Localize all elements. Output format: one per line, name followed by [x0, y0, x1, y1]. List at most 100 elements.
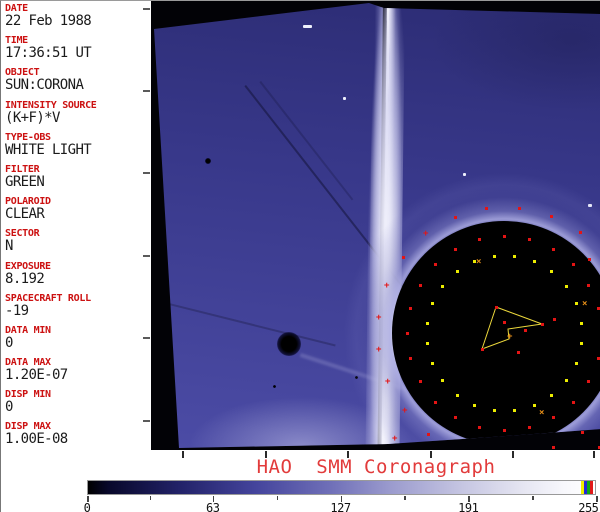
metadata-field: TYPE-OBS WHITE LIGHT [5, 132, 149, 164]
fiducial-dot [587, 380, 590, 383]
fiducial-dot [524, 329, 527, 332]
field-value: 22 Feb 1988 [5, 13, 92, 29]
coronagraph-image-panel: + + + + + + + × × × + [151, 1, 600, 450]
fiducial-dot [402, 256, 405, 259]
fiducial-dot [580, 342, 583, 345]
axis-tick [143, 8, 150, 10]
metadata-field: DATA MIN 0 [5, 325, 149, 357]
field-value: 0 [5, 399, 13, 416]
fiducial-dot [456, 394, 459, 397]
metadata-field: SPACECRAFT ROLL -19 [5, 293, 149, 325]
fiducial-dot [503, 429, 506, 432]
fiducial-dot [575, 362, 578, 365]
fiducial-dot [419, 380, 422, 383]
fiducial-dot [495, 306, 498, 309]
metadata-field: FILTER GREEN [5, 164, 149, 196]
fiducial-plus: + [384, 281, 390, 291]
fiducial-dot [441, 379, 444, 382]
fiducial-plus: + [402, 406, 408, 416]
fiducial-dot [587, 284, 590, 287]
field-value: 0 [5, 334, 13, 351]
fiducial-dot [473, 404, 476, 407]
field-value: 1.00E-08 [5, 431, 68, 448]
metadata-field: DATA MAX 1.20E-07 [5, 357, 149, 389]
fiducial-dot [485, 207, 488, 210]
fiducial-overlay: + + + + + + + × × × + [151, 1, 600, 450]
fiducial-dot [517, 351, 520, 354]
fiducial-dot [478, 238, 481, 241]
fiducial-dot [454, 416, 457, 419]
colorbar-minor-tick [149, 496, 152, 500]
metadata-field: OBJECT SUN:CORONA [5, 67, 149, 99]
overlay-color-stripe [590, 481, 593, 494]
fiducial-dot [579, 231, 582, 234]
fiducial-dot [481, 348, 484, 351]
fiducial-x: × [476, 257, 482, 267]
metadata-field: POLAROID CLEAR [5, 196, 149, 228]
axis-tick [143, 337, 150, 339]
fiducial-dot [406, 332, 409, 335]
fiducial-plus: + [392, 434, 398, 444]
fiducial-dot [503, 321, 506, 324]
field-value: N [5, 238, 13, 255]
field-value: -19 [5, 302, 29, 319]
fiducial-dot [419, 284, 422, 287]
fiducial-dot [528, 238, 531, 241]
metadata-field: TIME 17:36:51 UT [5, 35, 149, 67]
field-label: DISP MIN [5, 389, 51, 401]
metadata-field: DATE 22 Feb 1988 [5, 3, 149, 35]
fiducial-dot [572, 401, 575, 404]
field-value: 17:36:51 UT [5, 45, 92, 62]
fiducial-dot [518, 207, 521, 210]
colorbar-tick-label: 63 [206, 501, 220, 512]
fiducial-dot [513, 255, 516, 258]
axis-tick [143, 255, 150, 257]
fiducial-dot [575, 302, 578, 305]
colorbar-minor-tick [532, 496, 534, 500]
metadata-field: SECTOR N [5, 228, 149, 260]
fiducial-plus: + [423, 229, 429, 239]
fiducial-dot [493, 255, 496, 258]
field-value: WHITE LIGHT [5, 141, 92, 158]
fiducial-dot [572, 263, 575, 266]
image-title: HAO SMM Coronagraph [256, 456, 496, 478]
fiducial-dot [550, 394, 553, 397]
smm-coronagraph-viewer: DATE 22 Feb 1988 TIME 17:36:51 UT OBJECT SUN:… [0, 0, 600, 512]
fiducial-dot [565, 285, 568, 288]
field-value: (K+F)*V [5, 109, 60, 126]
field-value: GREEN [5, 173, 45, 190]
feature-polygon [481, 306, 543, 350]
colorbar-tick-label: 127 [330, 501, 351, 512]
fiducial-dot [552, 248, 555, 251]
colorbar-tick-label: 0 [83, 501, 91, 512]
fiducial-plus: + [376, 313, 382, 323]
field-value: 8.192 [5, 270, 45, 287]
fiducial-dot [513, 409, 516, 412]
field-label: DATA MIN [5, 324, 51, 336]
fiducial-dot [565, 379, 568, 382]
colorbar-minor-tick [276, 496, 279, 500]
field-value: CLEAR [5, 206, 45, 223]
fiducial-plus: + [385, 377, 391, 387]
fiducial-dot [550, 270, 553, 273]
fiducial-dot [454, 216, 457, 219]
fiducial-dot [581, 431, 584, 434]
field-value: 1.20E-07 [5, 367, 68, 384]
fiducial-dot [503, 235, 506, 238]
fiducial-dot [528, 426, 531, 429]
intensity-colorbar [87, 480, 596, 495]
fiducial-dot [553, 318, 556, 321]
field-value: SUN:CORONA [5, 77, 84, 94]
fiducial-dot [541, 323, 544, 326]
colorbar-tick-label: 191 [458, 501, 479, 512]
fiducial-dot [426, 342, 429, 345]
axis-tick [143, 172, 150, 174]
fiducial-dot [533, 404, 536, 407]
axis-tick [143, 420, 150, 422]
fiducial-dot [478, 426, 481, 429]
fiducial-dot [426, 322, 429, 325]
field-label: SECTOR [5, 228, 40, 240]
colorbar-tick-label: 255 [578, 501, 599, 512]
metadata-field: INTENSITY SOURCE (K+F)*V [5, 100, 149, 132]
axis-tick [143, 90, 150, 92]
